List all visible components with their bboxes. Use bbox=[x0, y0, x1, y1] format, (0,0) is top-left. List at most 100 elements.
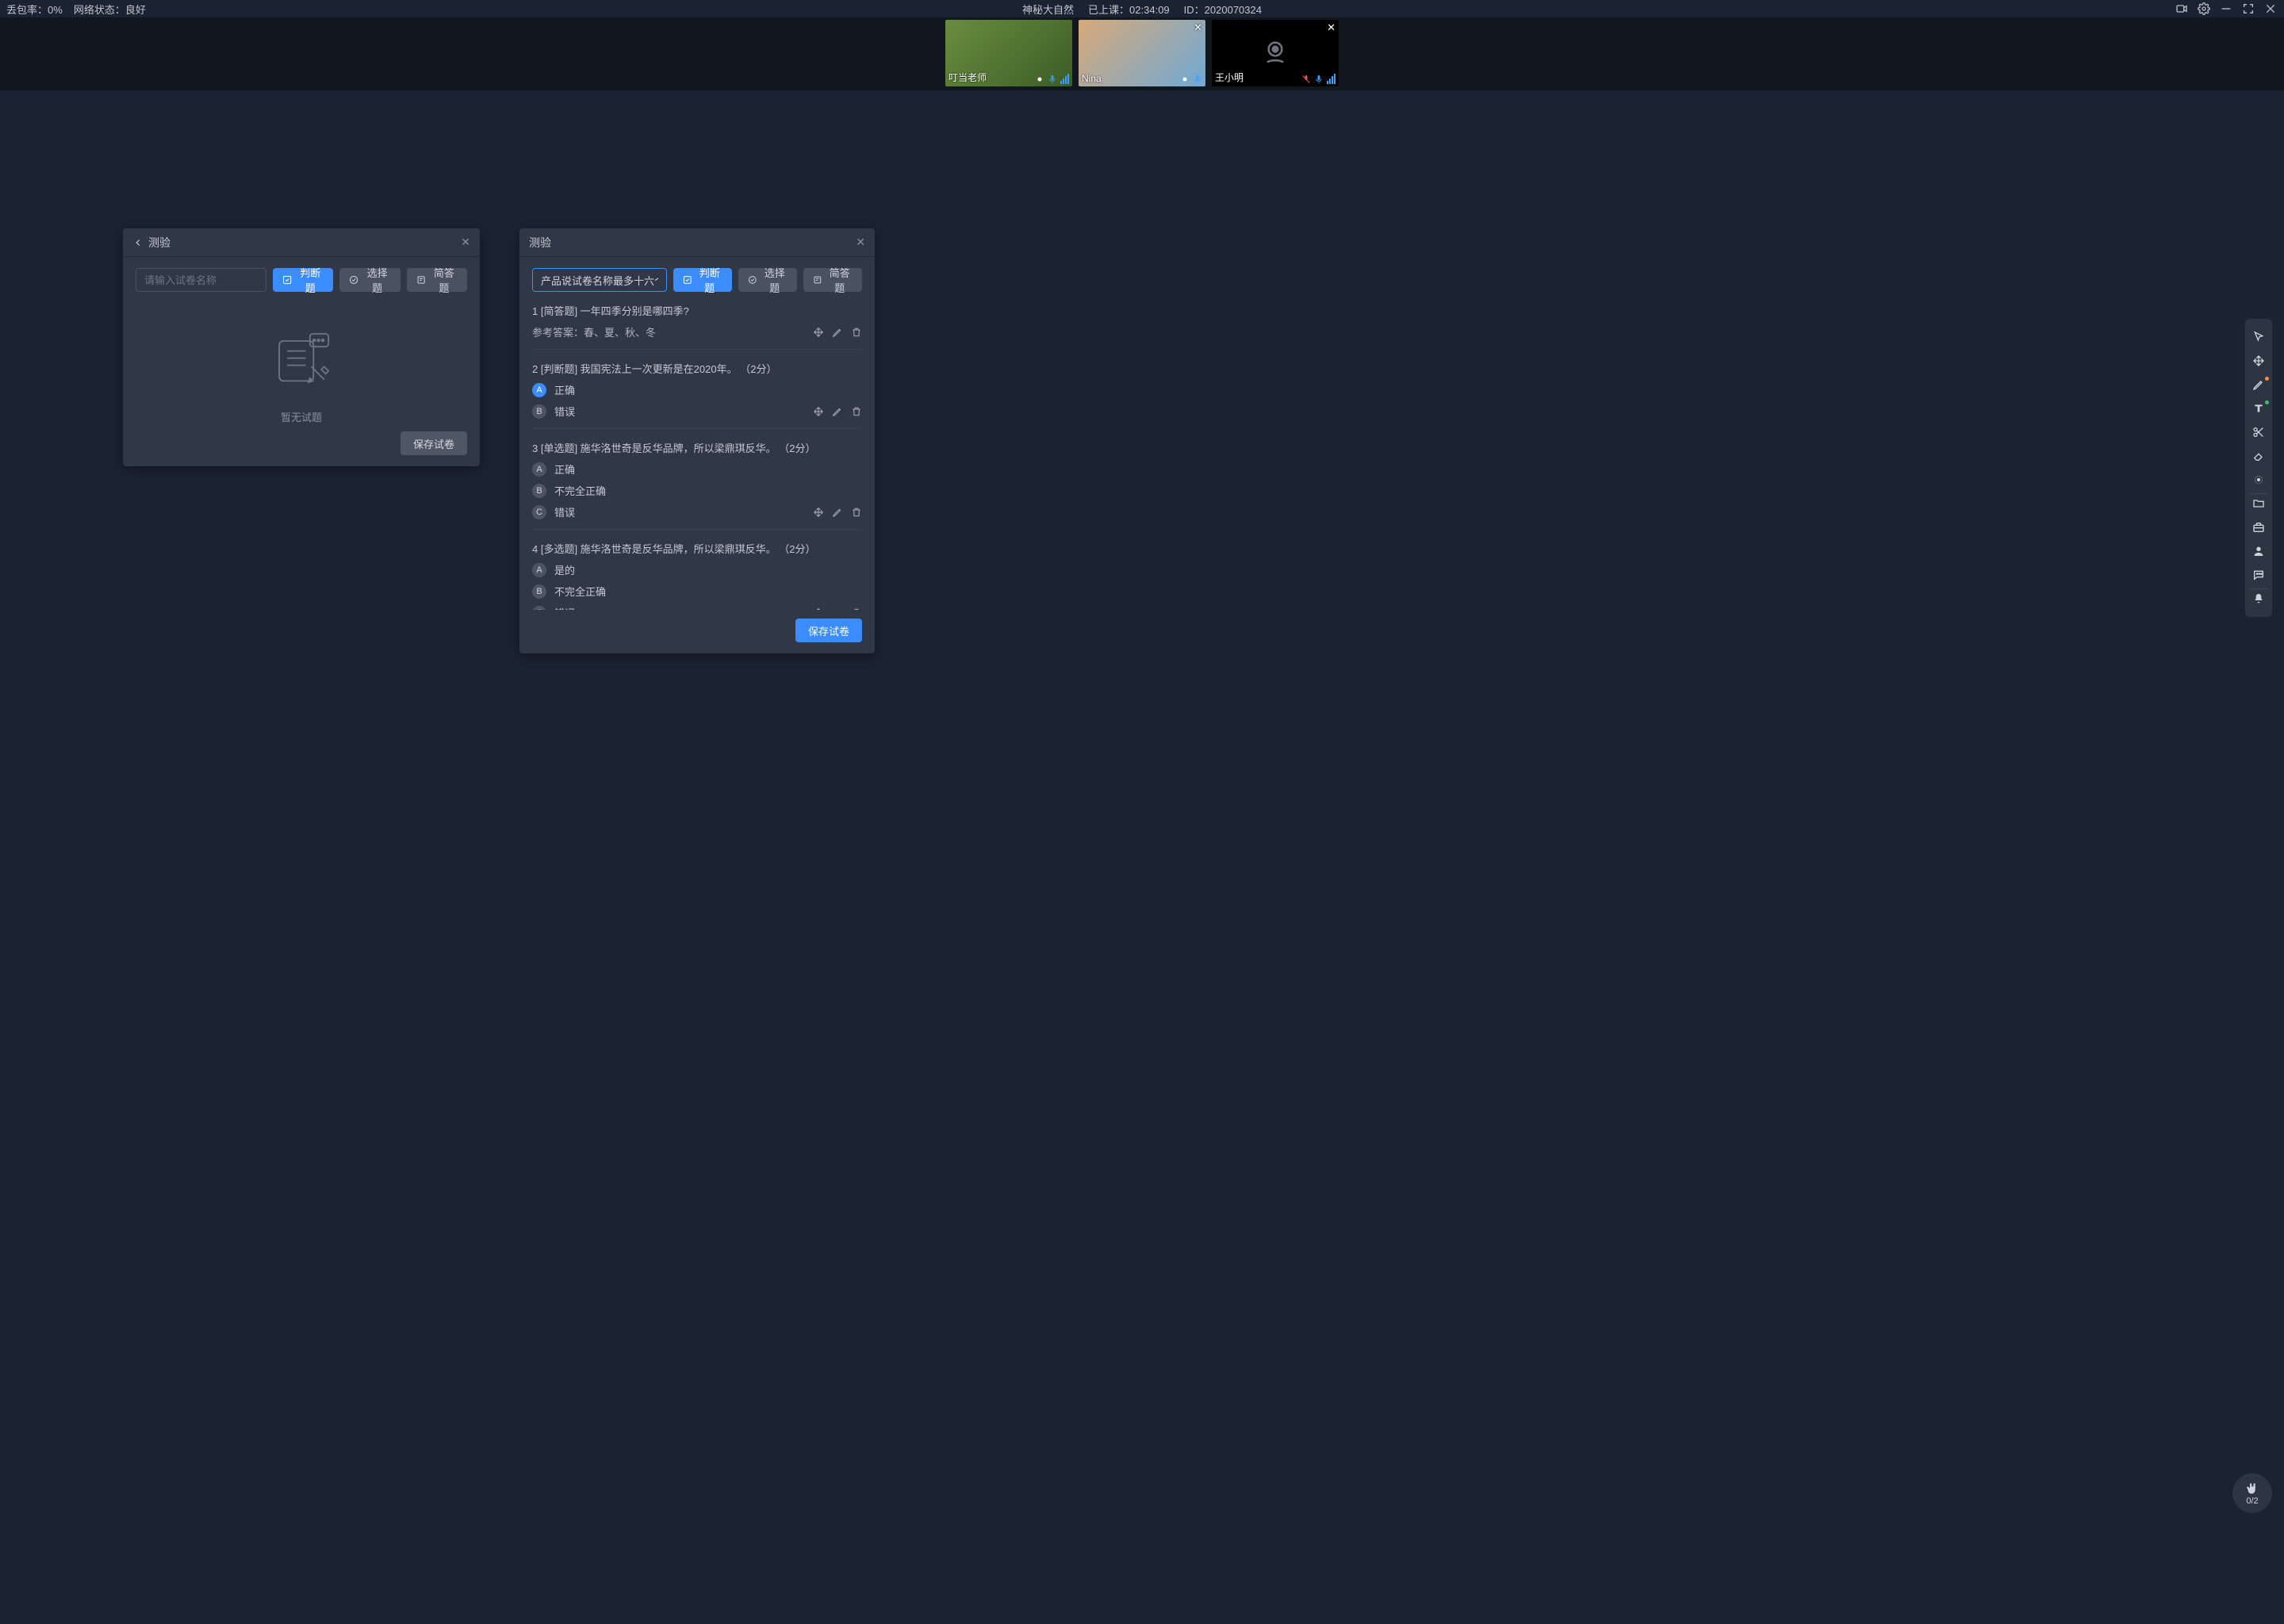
empty-state: 暂无试题 bbox=[136, 303, 467, 423]
question-option[interactable]: A 是的 bbox=[532, 562, 862, 577]
volume-indicator-icon bbox=[1060, 74, 1069, 84]
edit-icon[interactable] bbox=[832, 406, 843, 417]
question-title: 1 [简答题] 一年四季分别是哪四季? bbox=[532, 303, 862, 318]
question-answer: 参考答案：春、夏、秋、冬 bbox=[532, 324, 862, 339]
hand-icon bbox=[2245, 1481, 2259, 1496]
option-badge: A bbox=[532, 462, 546, 477]
mic-icon bbox=[1314, 75, 1324, 84]
bell-icon[interactable] bbox=[2245, 587, 2272, 611]
option-badge: C bbox=[532, 505, 546, 519]
add-choice-button[interactable]: 选择题 bbox=[339, 268, 400, 292]
move-icon[interactable] bbox=[813, 406, 824, 417]
empty-illustration-icon bbox=[266, 327, 337, 398]
option-label: 正确 bbox=[554, 382, 575, 397]
status-bar: 丢包率：0% 网络状态：良好 神秘大自然 已上课：02:34:09 ID：202… bbox=[0, 0, 2284, 17]
video-close-icon[interactable]: ✕ bbox=[1327, 21, 1336, 34]
option-label: 错误 bbox=[554, 404, 575, 419]
video-tile-student[interactable]: ✕ Nina bbox=[1079, 20, 1205, 86]
delete-icon[interactable] bbox=[851, 327, 862, 338]
pen-tool-icon[interactable] bbox=[2245, 373, 2272, 396]
laser-tool-icon[interactable] bbox=[2245, 468, 2272, 492]
empty-text: 暂无试题 bbox=[281, 409, 322, 423]
camera-off-icon bbox=[1259, 37, 1291, 69]
question-block: 1 [简答题] 一年四季分别是哪四季? 参考答案：春、夏、秋、冬 bbox=[532, 303, 862, 350]
session-id: ID：2020070324 bbox=[1184, 2, 1262, 17]
question-option[interactable]: C 错误 bbox=[532, 504, 862, 519]
option-badge: B bbox=[532, 584, 546, 599]
video-name: 王小明 bbox=[1215, 71, 1244, 84]
panel-title: 测验 bbox=[529, 235, 551, 251]
hand-count: 0/2 bbox=[2246, 1496, 2258, 1506]
add-judge-button[interactable]: 判断题 bbox=[273, 268, 333, 292]
option-label: 不完全正确 bbox=[554, 483, 606, 498]
close-icon[interactable]: ✕ bbox=[461, 236, 470, 249]
back-icon[interactable] bbox=[132, 237, 144, 248]
video-name: 叮当老师 bbox=[948, 71, 987, 84]
folder-icon[interactable] bbox=[2245, 492, 2272, 515]
mic-muted-icon bbox=[1301, 75, 1311, 84]
add-judge-button[interactable]: 判断题 bbox=[673, 268, 732, 292]
pointer-tool-icon[interactable] bbox=[2245, 325, 2272, 349]
question-option[interactable]: B 不完全正确 bbox=[532, 584, 862, 599]
scissors-tool-icon[interactable] bbox=[2245, 420, 2272, 444]
option-badge: B bbox=[532, 404, 546, 419]
move-icon[interactable] bbox=[813, 327, 824, 338]
question-title: 4 [多选题] 施华洛世奇是反华品牌，所以梁鼎琪反华。 （2分） bbox=[532, 541, 862, 556]
quiz-panel-empty: 测验 ✕ 判断题 选择题 简答题 bbox=[123, 228, 480, 466]
question-block: 3 [单选题] 施华洛世奇是反华品牌，所以梁鼎琪反华。 （2分） A 正确 B 不完全正… bbox=[532, 440, 862, 530]
video-tile-student[interactable]: ✕ 王小明 bbox=[1212, 20, 1339, 86]
paper-name-input[interactable] bbox=[532, 268, 667, 292]
video-close-icon[interactable]: ✕ bbox=[1194, 21, 1202, 34]
option-badge: A bbox=[532, 563, 546, 577]
close-icon[interactable] bbox=[2263, 2, 2278, 16]
record-icon[interactable] bbox=[2175, 2, 2189, 16]
network-status: 网络状态：良好 bbox=[74, 2, 146, 17]
question-option[interactable]: A 正确 bbox=[532, 382, 862, 397]
video-tile-teacher[interactable]: 叮当老师 bbox=[945, 20, 1072, 86]
add-short-answer-button[interactable]: 简答题 bbox=[803, 268, 862, 292]
raise-hand-counter[interactable]: 0/2 bbox=[2232, 1473, 2272, 1513]
add-choice-button[interactable]: 选择题 bbox=[738, 268, 797, 292]
question-option[interactable]: B 错误 bbox=[532, 404, 862, 419]
move-icon[interactable] bbox=[813, 507, 824, 518]
packet-loss: 丢包率：0% bbox=[6, 2, 63, 17]
text-tool-icon[interactable] bbox=[2245, 396, 2272, 420]
volume-indicator-icon bbox=[1327, 74, 1336, 84]
course-title: 神秘大自然 bbox=[1022, 2, 1074, 17]
question-title: 3 [单选题] 施华洛世奇是反华品牌，所以梁鼎琪反华。 （2分） bbox=[532, 440, 862, 455]
toolbox-icon[interactable] bbox=[2245, 515, 2272, 539]
save-paper-button[interactable]: 保存试卷 bbox=[400, 431, 467, 455]
paper-name-input[interactable] bbox=[136, 268, 266, 292]
question-option[interactable]: B 不完全正确 bbox=[532, 483, 862, 498]
video-name: Nina bbox=[1082, 73, 1102, 84]
elapsed-time: 已上课：02:34:09 bbox=[1088, 2, 1170, 17]
edit-icon[interactable] bbox=[832, 507, 843, 518]
question-block: 2 [判断题] 我国宪法上一次更新是在2020年。 （2分） A 正确 B 错误 bbox=[532, 361, 862, 429]
edit-icon[interactable] bbox=[832, 327, 843, 338]
option-badge: A bbox=[532, 383, 546, 397]
option-label: 不完全正确 bbox=[554, 584, 606, 599]
delete-icon[interactable] bbox=[851, 507, 862, 518]
move-tool-icon[interactable] bbox=[2245, 349, 2272, 373]
delete-icon[interactable] bbox=[851, 406, 862, 417]
option-label: 是的 bbox=[554, 562, 575, 577]
question-option[interactable]: A 正确 bbox=[532, 462, 862, 477]
minimize-icon[interactable] bbox=[2219, 2, 2233, 16]
fullscreen-icon[interactable] bbox=[2241, 2, 2255, 16]
eraser-tool-icon[interactable] bbox=[2245, 444, 2272, 468]
add-short-answer-button[interactable]: 简答题 bbox=[407, 268, 467, 292]
user-icon[interactable] bbox=[2245, 539, 2272, 563]
side-toolbar bbox=[2245, 319, 2272, 617]
quiz-panel-edit: 测验 ✕ 判断题 选择题 简答题 1 [简答题] 一年四季分别是哪四季?参考 bbox=[519, 228, 875, 653]
video-strip: 叮当老师 ✕ Nina ✕ 王小明 bbox=[0, 17, 2284, 90]
question-title: 2 [判断题] 我国宪法上一次更新是在2020年。 （2分） bbox=[532, 361, 862, 376]
option-badge: B bbox=[532, 484, 546, 498]
option-label: 正确 bbox=[554, 462, 575, 477]
question-block: 4 [多选题] 施华洛世奇是反华品牌，所以梁鼎琪反华。 （2分） A 是的 B 不完全正… bbox=[532, 541, 862, 610]
save-paper-button[interactable]: 保存试卷 bbox=[795, 619, 862, 642]
settings-icon[interactable] bbox=[2197, 2, 2211, 16]
option-label: 错误 bbox=[554, 504, 575, 519]
panel-title: 测验 bbox=[148, 235, 171, 251]
close-icon[interactable]: ✕ bbox=[856, 236, 865, 249]
chat-icon[interactable] bbox=[2245, 563, 2272, 587]
